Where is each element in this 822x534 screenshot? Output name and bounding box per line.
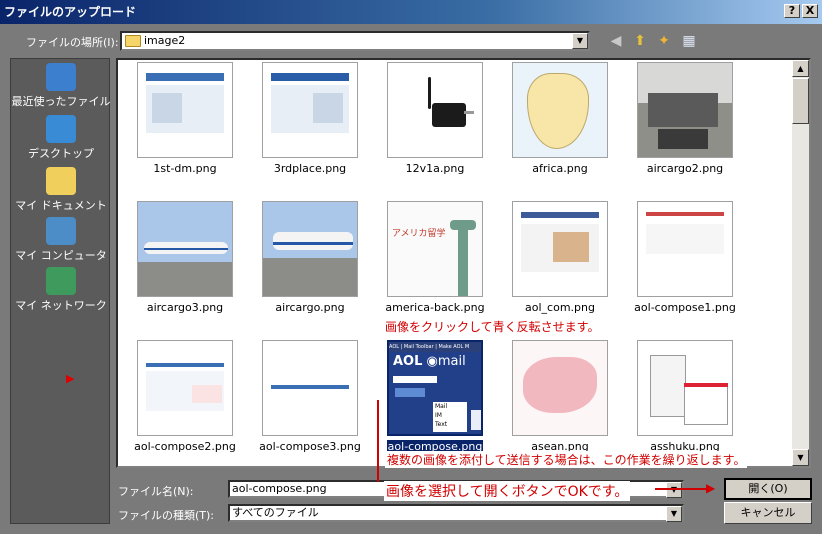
my-network-icon xyxy=(46,267,76,295)
file-thumbnail xyxy=(137,340,233,436)
filetype-value: すべてのファイル xyxy=(232,506,319,519)
file-upload-dialog: ファイルのアップロード ? X ファイルの場所(I): image2 ▼ ◀ ⬆… xyxy=(0,0,822,534)
annotation-open-note: 画像を選択して開くボタンでOKです。 xyxy=(384,481,631,501)
lookin-combo[interactable]: image2 ▼ xyxy=(120,31,590,51)
lookin-label: ファイルの場所(I): xyxy=(26,36,119,49)
place-my-network[interactable]: マイ ネットワーク xyxy=(11,267,111,313)
file-name: 1st-dm.png xyxy=(153,162,217,175)
view-menu-icon[interactable]: ▦ xyxy=(678,32,700,50)
help-button[interactable]: ? xyxy=(784,4,800,18)
file-tile[interactable]: aol-compose3.png xyxy=(247,340,367,460)
file-name: aol-compose1.png xyxy=(634,301,736,314)
title-bar: ファイルのアップロード ? X xyxy=(0,0,822,24)
place-label: マイ コンピュータ xyxy=(15,249,107,262)
file-name: africa.png xyxy=(532,162,588,175)
annotation-multi-note: 複数の画像を添付して送信する場合は、この作業を繰り返します。 xyxy=(385,451,748,468)
file-tile[interactable]: aol_com.png xyxy=(497,201,617,321)
file-tile[interactable]: 12v1a.png xyxy=(372,62,492,182)
place-label: マイ ネットワーク xyxy=(15,299,107,312)
annotation-click-note: 画像をクリックして青く反転させます。 xyxy=(385,320,600,334)
file-thumbnail xyxy=(262,340,358,436)
place-my-documents[interactable]: マイ ドキュメント xyxy=(11,167,111,213)
filename-value: aol-compose.png xyxy=(232,482,327,495)
file-name: aol-compose3.png xyxy=(259,440,361,453)
recent-icon xyxy=(46,63,76,91)
chevron-down-icon[interactable]: ▼ xyxy=(666,506,682,522)
pointer-marker: ▶ xyxy=(66,372,75,385)
filename-label: ファイル名(N): xyxy=(118,485,194,498)
file-thumbnail xyxy=(512,62,608,158)
place-label: デスクトップ xyxy=(28,147,94,160)
desktop-icon xyxy=(46,115,76,143)
file-name: aol_com.png xyxy=(525,301,595,314)
open-button[interactable]: 開く(O) xyxy=(724,478,812,500)
file-tile[interactable]: asshuku.png xyxy=(622,340,742,460)
file-tile[interactable]: 3rdplace.png xyxy=(247,62,367,182)
file-list[interactable]: 1st-dm.png 3rdplace.png 12v1a.png africa… xyxy=(116,58,811,468)
filetype-label: ファイルの種類(T): xyxy=(118,509,215,522)
file-thumbnail xyxy=(137,201,233,297)
back-icon[interactable]: ◀ xyxy=(606,32,626,50)
file-tile[interactable]: 1st-dm.png xyxy=(122,62,242,182)
annotation-arrow xyxy=(377,400,379,482)
file-name: aircargo3.png xyxy=(146,301,224,314)
file-thumbnail xyxy=(637,201,733,297)
lookin-value: image2 xyxy=(144,34,186,47)
my-computer-icon xyxy=(46,217,76,245)
file-thumbnail xyxy=(637,62,733,158)
place-desktop[interactable]: デスクトップ xyxy=(11,115,111,161)
file-name: 12v1a.png xyxy=(405,162,465,175)
annotation-arrow xyxy=(655,488,711,490)
file-name: aircargo2.png xyxy=(646,162,724,175)
window-title: ファイルのアップロード xyxy=(4,5,137,19)
close-button[interactable]: X xyxy=(802,4,818,18)
file-thumbnail xyxy=(262,62,358,158)
file-tile-selected[interactable]: AOL | Mail Toolbar | Make AOL M AOL ◉mai… xyxy=(372,340,492,460)
file-tile[interactable]: aircargo.png xyxy=(247,201,367,321)
scroll-down-icon[interactable]: ▼ xyxy=(792,449,809,466)
place-label: 最近使ったファイル xyxy=(11,95,111,108)
filetype-select[interactable]: すべてのファイル ▼ xyxy=(228,504,684,522)
file-tile[interactable]: aircargo2.png xyxy=(622,62,742,182)
scroll-thumb[interactable] xyxy=(792,78,809,124)
file-tile[interactable]: africa.png xyxy=(497,62,617,182)
file-name: 3rdplace.png xyxy=(273,162,347,175)
file-tile[interactable]: asean.png xyxy=(497,340,617,460)
my-documents-icon xyxy=(46,167,76,195)
places-bar: 最近使ったファイル デスクトップ マイ ドキュメント マイ コンピュータ マイ … xyxy=(10,58,111,524)
new-folder-icon[interactable]: ✦ xyxy=(654,32,674,50)
cancel-button[interactable]: キャンセル xyxy=(724,502,812,524)
file-thumbnail xyxy=(387,62,483,158)
chevron-down-icon[interactable]: ▼ xyxy=(572,33,588,49)
file-thumbnail: AOL | Mail Toolbar | Make AOL M AOL ◉mai… xyxy=(387,340,483,436)
file-tile[interactable]: aircargo3.png xyxy=(122,201,242,321)
file-tile[interactable]: aol-compose2.png xyxy=(122,340,242,460)
file-thumbnail xyxy=(637,340,733,436)
file-thumbnail xyxy=(512,201,608,297)
file-thumbnail xyxy=(512,340,608,436)
file-name: america-back.png xyxy=(385,301,485,314)
chevron-down-icon[interactable]: ▼ xyxy=(666,482,682,498)
file-name: aol-compose2.png xyxy=(134,440,236,453)
place-label: マイ ドキュメント xyxy=(15,199,107,212)
file-tile[interactable]: アメリカ留学 america-back.png xyxy=(372,201,492,321)
vertical-scrollbar[interactable]: ▲ ▼ xyxy=(792,60,809,466)
up-folder-icon[interactable]: ⬆ xyxy=(630,32,650,50)
scroll-up-icon[interactable]: ▲ xyxy=(792,60,809,77)
file-thumbnail xyxy=(262,201,358,297)
place-my-computer[interactable]: マイ コンピュータ xyxy=(11,217,111,263)
file-thumbnail xyxy=(137,62,233,158)
file-name: aircargo.png xyxy=(275,301,345,314)
file-thumbnail: アメリカ留学 xyxy=(387,201,483,297)
file-tile[interactable]: aol-compose1.png xyxy=(622,201,742,321)
arrow-head-icon: ▶ xyxy=(706,481,716,495)
folder-icon xyxy=(125,35,141,47)
place-recent[interactable]: 最近使ったファイル xyxy=(11,63,111,109)
